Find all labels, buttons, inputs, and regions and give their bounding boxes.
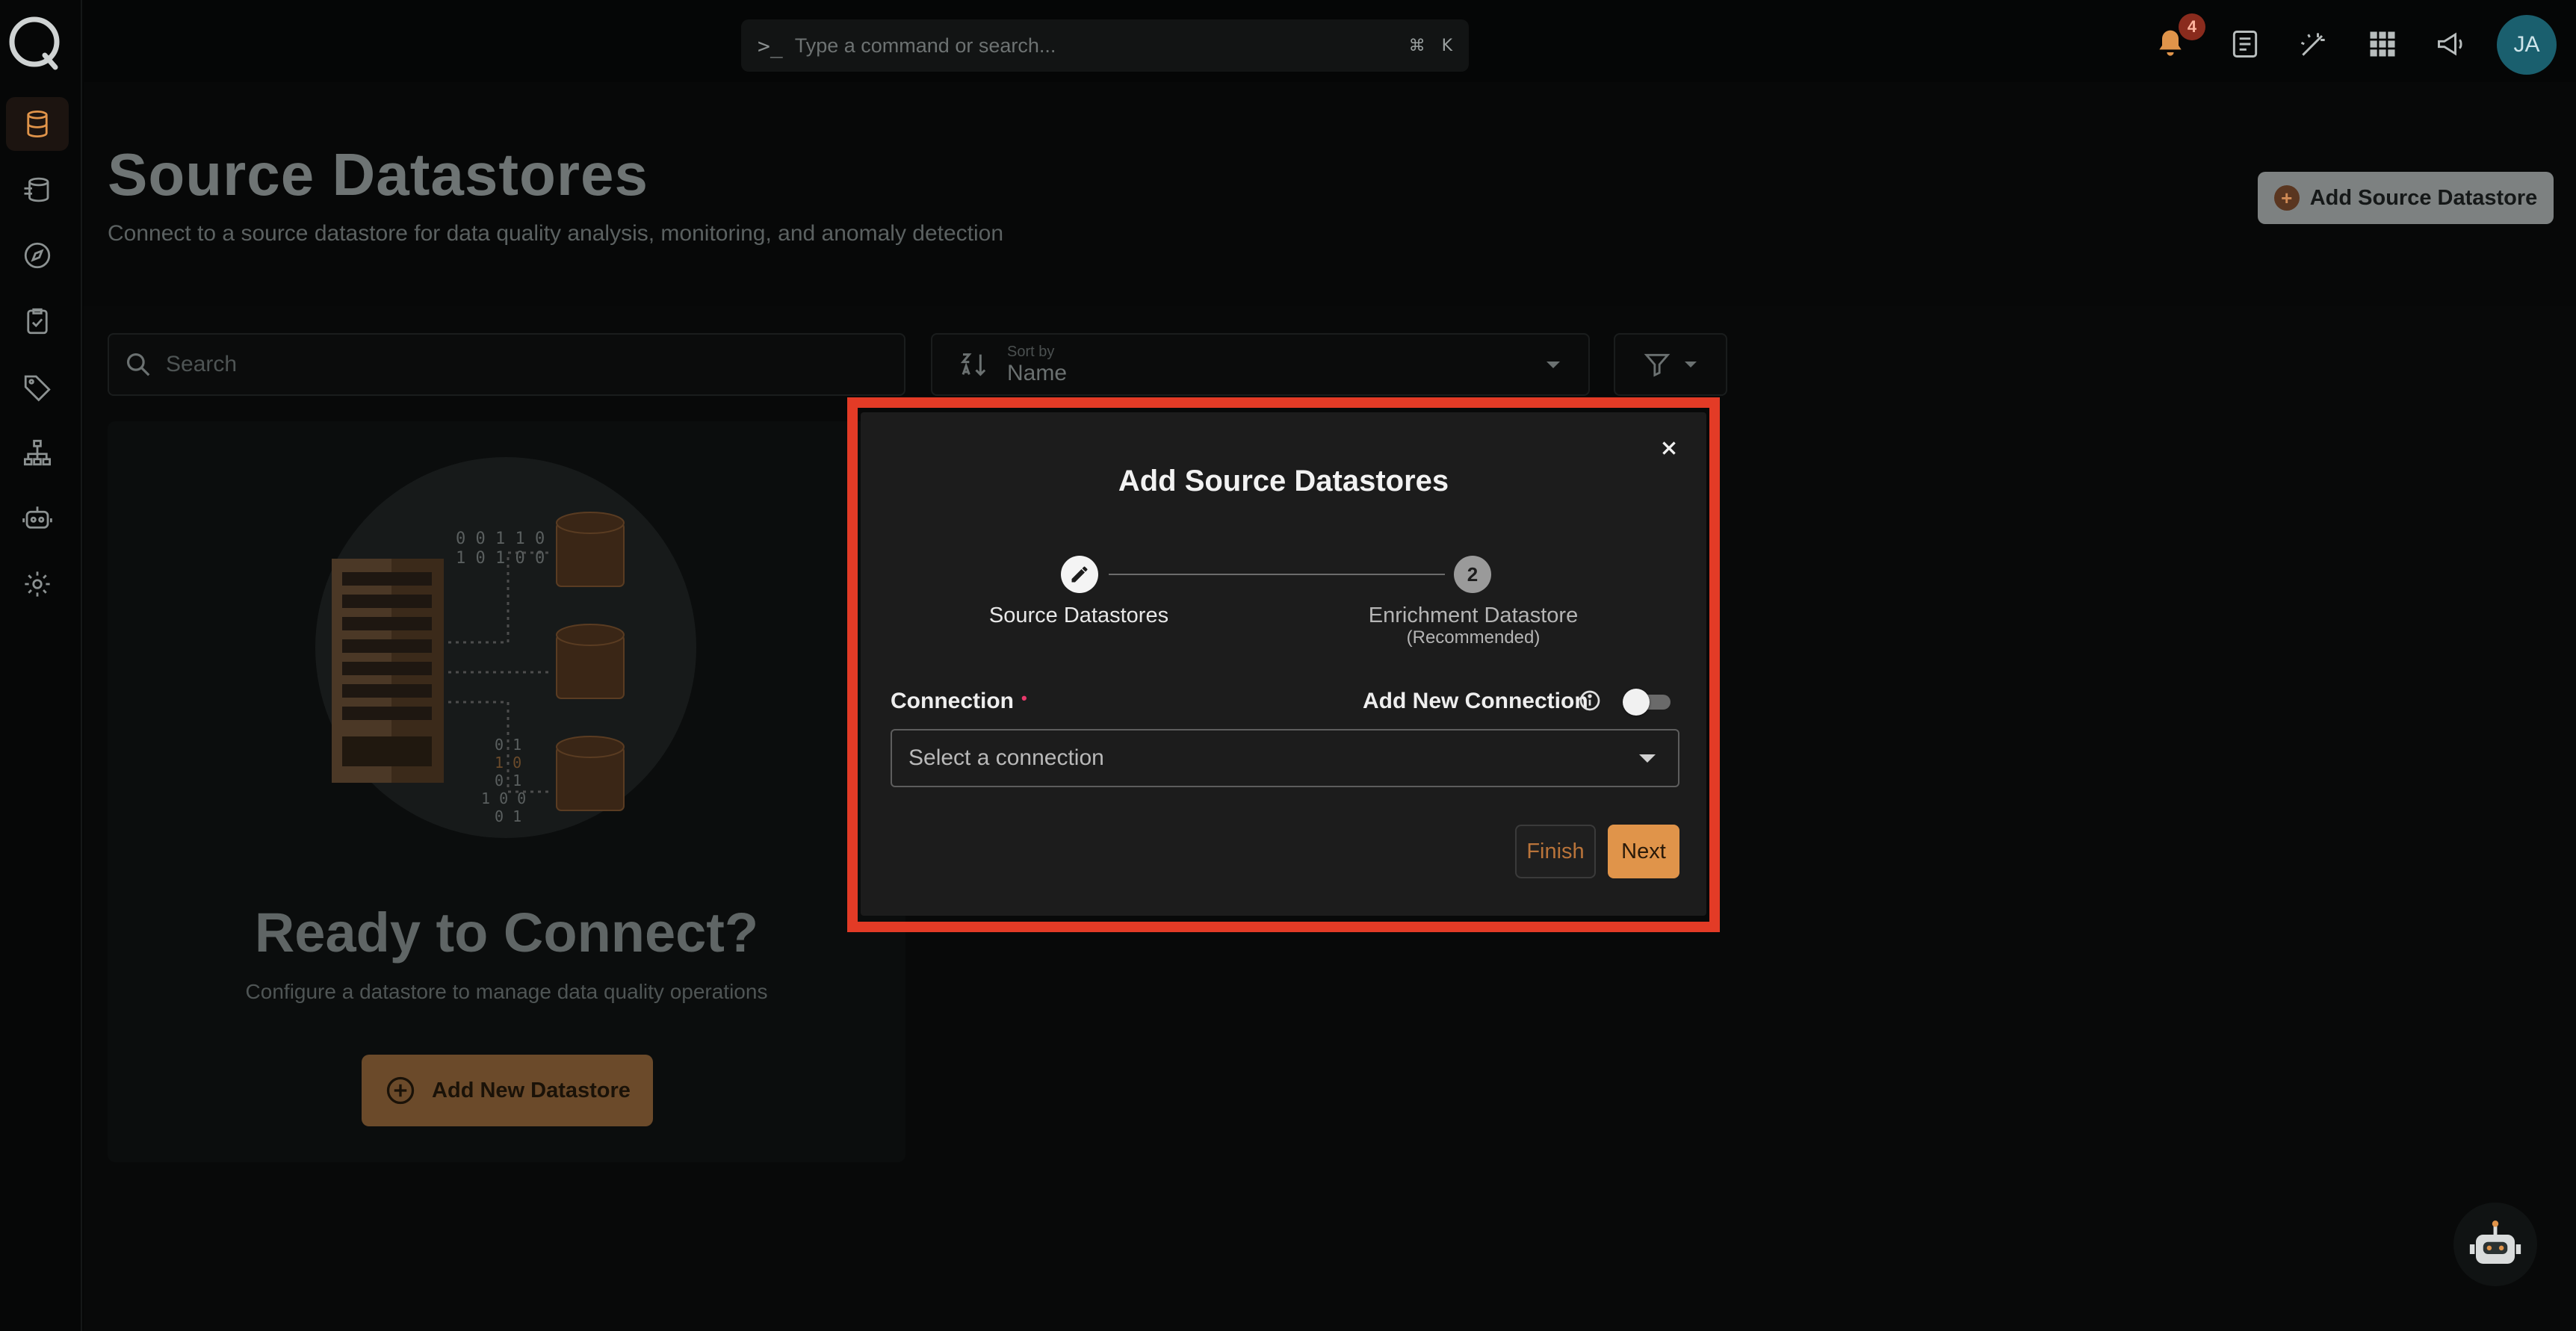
sidebar-item-enrichment[interactable] <box>6 163 69 217</box>
command-search-bar[interactable]: >_ Type a command or search... ⌘ K <box>741 19 1469 72</box>
shortcut-k-key: K <box>1441 36 1452 55</box>
docs-button[interactable] <box>2219 18 2271 70</box>
datastore-illustration: 0 0 1 1 0 1 0 1 0 0 0 1 1 0 0 1 1 0 0 0 … <box>315 457 696 838</box>
next-button[interactable]: Next <box>1608 825 1679 878</box>
announcements-button[interactable] <box>2425 18 2477 70</box>
grid-icon <box>2370 31 2395 57</box>
add-new-datastore-button[interactable]: Add New Datastore <box>362 1055 653 1126</box>
sidebar-item-tags[interactable] <box>6 360 69 414</box>
add-source-datastore-button[interactable]: + Add Source Datastore <box>2258 172 2554 224</box>
hierarchy-icon <box>23 439 52 466</box>
sort-value: Name <box>1007 360 1068 385</box>
robot-icon <box>22 506 52 529</box>
close-icon <box>1662 441 1676 455</box>
binary-bottom-row-5: 0 1 <box>495 807 521 825</box>
clipboard-check-icon <box>27 308 48 335</box>
step-1-indicator <box>1061 556 1098 593</box>
sort-select[interactable]: Sort by Name <box>931 333 1590 396</box>
chevron-down-icon <box>1639 754 1656 763</box>
database-icon <box>27 110 48 138</box>
connection-label-text: Connection <box>891 689 1014 713</box>
enrichment-datastore-icon <box>24 177 49 202</box>
add-new-connection-toggle[interactable] <box>1623 689 1671 716</box>
sidebar-item-checks[interactable] <box>6 294 69 348</box>
binary-bottom-row-3: 0 1 <box>495 772 521 789</box>
stepper-connector <box>1109 574 1445 575</box>
binary-bottom-row-2: 1 0 <box>495 754 521 772</box>
sidebar-item-agents[interactable] <box>6 491 69 545</box>
add-new-datastore-label: Add New Datastore <box>432 1078 631 1102</box>
terminal-prompt-icon: >_ <box>758 33 783 58</box>
magic-tools-button[interactable] <box>2288 18 2340 70</box>
megaphone-icon <box>2438 32 2462 56</box>
toggle-knob <box>1623 689 1650 716</box>
step-1-label: Source Datastores <box>988 604 1169 627</box>
gear-icon <box>25 571 50 597</box>
plus-circle-icon: + <box>2273 185 2300 211</box>
sidebar <box>0 0 82 1331</box>
search-input[interactable]: Search <box>108 333 905 396</box>
sidebar-item-flows[interactable] <box>6 426 69 480</box>
sidebar-item-settings[interactable] <box>6 557 69 611</box>
modal-close-button[interactable] <box>1653 432 1685 465</box>
modal-title: Add Source Datastores <box>1118 465 1449 497</box>
notification-count-badge: 4 <box>2179 13 2205 40</box>
binary-top-row-1: 0 0 1 1 0 <box>456 530 545 548</box>
document-icon <box>2232 31 2258 58</box>
finish-button[interactable]: Finish <box>1515 825 1596 878</box>
step-2-indicator: 2 <box>1454 556 1491 593</box>
command-search-placeholder: Type a command or search... <box>794 34 1056 57</box>
sidebar-item-explore[interactable] <box>6 229 69 282</box>
tag-icon <box>24 375 51 402</box>
connection-select[interactable]: Select a connection <box>891 729 1679 787</box>
step-2-sublabel: (Recommended) <box>1406 627 1541 648</box>
binary-bottom-row-4: 1 0 0 <box>481 789 526 807</box>
binary-bottom-row-1: 0 1 <box>495 736 521 754</box>
add-new-connection-label: Add New Connection <box>1363 689 1588 713</box>
sort-caption: Sort by <box>1007 343 1055 360</box>
app-logo-icon[interactable] <box>6 13 66 73</box>
filter-icon <box>1644 353 1671 377</box>
robot-icon <box>2469 1220 2521 1264</box>
empty-state-title: Ready to Connect? <box>254 902 759 964</box>
assistant-bot-button[interactable] <box>2453 1203 2537 1286</box>
page-subtitle: Connect to a source datastore for data q… <box>108 221 1004 246</box>
plus-circle-icon <box>386 1076 415 1105</box>
magic-wand-icon <box>2300 33 2325 56</box>
shortcut-cmd-key: ⌘ <box>1408 36 1425 55</box>
sort-az-icon <box>960 353 986 376</box>
connection-select-placeholder: Select a connection <box>908 745 1104 770</box>
user-avatar[interactable]: JA <box>2497 15 2557 75</box>
empty-state-subtitle: Configure a datastore to manage data qua… <box>245 980 768 1003</box>
apps-button[interactable] <box>2356 18 2409 70</box>
search-icon <box>126 353 150 376</box>
search-placeholder: Search <box>166 352 238 376</box>
sidebar-item-datastores[interactable] <box>6 97 69 151</box>
pencil-icon <box>1071 566 1088 583</box>
chevron-down-icon <box>1685 362 1697 367</box>
add-source-datastore-label: Add Source Datastore <box>2309 185 2538 210</box>
connection-field-label: Connection • <box>891 689 1027 714</box>
chevron-down-icon <box>1546 362 1560 368</box>
filter-button[interactable] <box>1614 333 1727 396</box>
compass-icon <box>24 242 51 269</box>
binary-top-row-2: 1 0 1 0 0 <box>456 549 545 568</box>
step-2-label: Enrichment Datastore <box>1368 604 1579 627</box>
page-title: Source Datastores <box>108 141 648 208</box>
required-marker: • <box>1021 689 1027 707</box>
info-icon[interactable] <box>1578 689 1602 713</box>
